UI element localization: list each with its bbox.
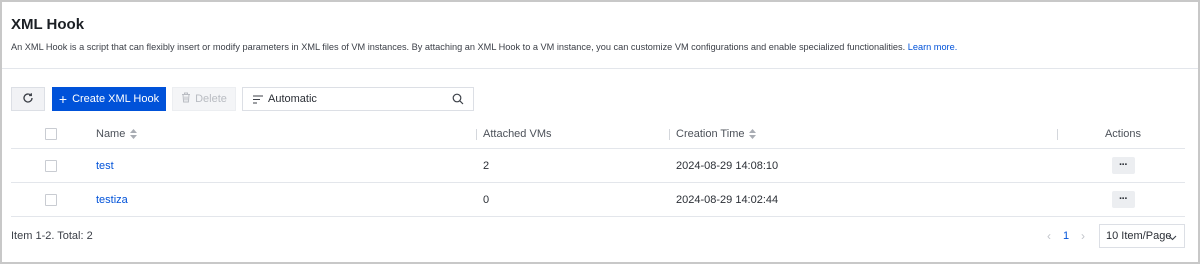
row-attached-vms: 2 [483, 159, 490, 172]
column-attached-vms: Attached VMs [483, 120, 551, 148]
table-header-row: Name Attached VMs Creation Time Actions [11, 120, 1185, 149]
xml-hook-table: Name Attached VMs Creation Time Actions [11, 120, 1185, 217]
prev-page-icon[interactable]: ‹ [1042, 229, 1056, 243]
total-count: Item 1-2. Total: 2 [11, 230, 93, 242]
column-creation-time-label: Creation Time [676, 128, 745, 140]
row-name-cell: testiza [96, 183, 128, 216]
column-actions-label: Actions [1104, 128, 1142, 140]
column-name[interactable]: Name [96, 120, 138, 148]
column-divider[interactable] [476, 129, 477, 140]
refresh-button[interactable] [11, 87, 45, 111]
hook-name-link[interactable]: test [96, 160, 114, 172]
page-description: An XML Hook is a script that can flexibl… [11, 42, 957, 52]
column-creation-time[interactable]: Creation Time [676, 120, 757, 148]
column-divider[interactable] [669, 129, 670, 140]
column-divider[interactable] [1057, 129, 1058, 140]
row-select-cell [45, 183, 57, 216]
row-name-cell: test [96, 149, 114, 182]
page-header: XML Hook An XML Hook is a script that ca… [2, 2, 1198, 69]
sort-icon[interactable] [749, 129, 757, 139]
delete-button[interactable]: Delete [172, 87, 236, 111]
select-all-checkbox[interactable] [45, 128, 57, 140]
page-size-select[interactable]: 10 Item/Page [1099, 224, 1185, 248]
column-attached-vms-label: Attached VMs [483, 128, 552, 140]
refresh-icon [22, 92, 34, 107]
delete-button-label: Delete [195, 93, 227, 105]
search-icon[interactable] [452, 93, 464, 108]
next-page-icon[interactable]: › [1076, 229, 1090, 243]
row-attached-vms: 0 [483, 193, 490, 206]
pagination: ‹ 1 › 10 Item/Page [1042, 224, 1185, 248]
column-name-label: Name [96, 128, 126, 140]
select-all-cell [45, 120, 57, 148]
sort-icon[interactable] [130, 129, 138, 139]
row-creation-time: 2024-08-29 14:08:10 [676, 159, 779, 172]
description-text: An XML Hook is a script that can flexibl… [11, 42, 906, 52]
row-select-cell [45, 149, 57, 182]
filter-icon [253, 95, 263, 104]
plus-icon: + [58, 91, 68, 107]
search-value: Automatic [268, 93, 317, 105]
page-title: XML Hook [11, 16, 85, 33]
create-button-label: Create XML Hook [72, 93, 160, 105]
xml-hook-page: XML Hook An XML Hook is a script that ca… [2, 2, 1198, 262]
row-checkbox[interactable] [45, 159, 57, 172]
page-number[interactable]: 1 [1056, 230, 1076, 242]
row-creation-time: 2024-08-29 14:02:44 [676, 193, 779, 206]
hook-name-link[interactable]: testiza [96, 194, 128, 206]
table-row: test 2 2024-08-29 14:08:10 ··· [11, 149, 1185, 183]
trash-icon [181, 92, 195, 106]
learn-more-link[interactable]: Learn more. [908, 42, 958, 52]
column-actions: Actions [1101, 120, 1145, 148]
row-checkbox[interactable] [45, 193, 57, 206]
row-actions-cell: ··· [1101, 149, 1145, 182]
search-input[interactable]: Automatic [242, 87, 474, 111]
create-xml-hook-button[interactable]: + Create XML Hook [52, 87, 166, 111]
more-actions-button[interactable]: ··· [1111, 157, 1135, 174]
page-size-value: 10 Item/Page [1106, 230, 1172, 242]
chevron-down-icon [1168, 232, 1177, 244]
more-actions-button[interactable]: ··· [1111, 191, 1135, 208]
table-footer: Item 1-2. Total: 2 ‹ 1 › 10 Item/Page [11, 224, 1185, 248]
row-actions-cell: ··· [1101, 183, 1145, 216]
table-row: testiza 0 2024-08-29 14:02:44 ··· [11, 183, 1185, 217]
